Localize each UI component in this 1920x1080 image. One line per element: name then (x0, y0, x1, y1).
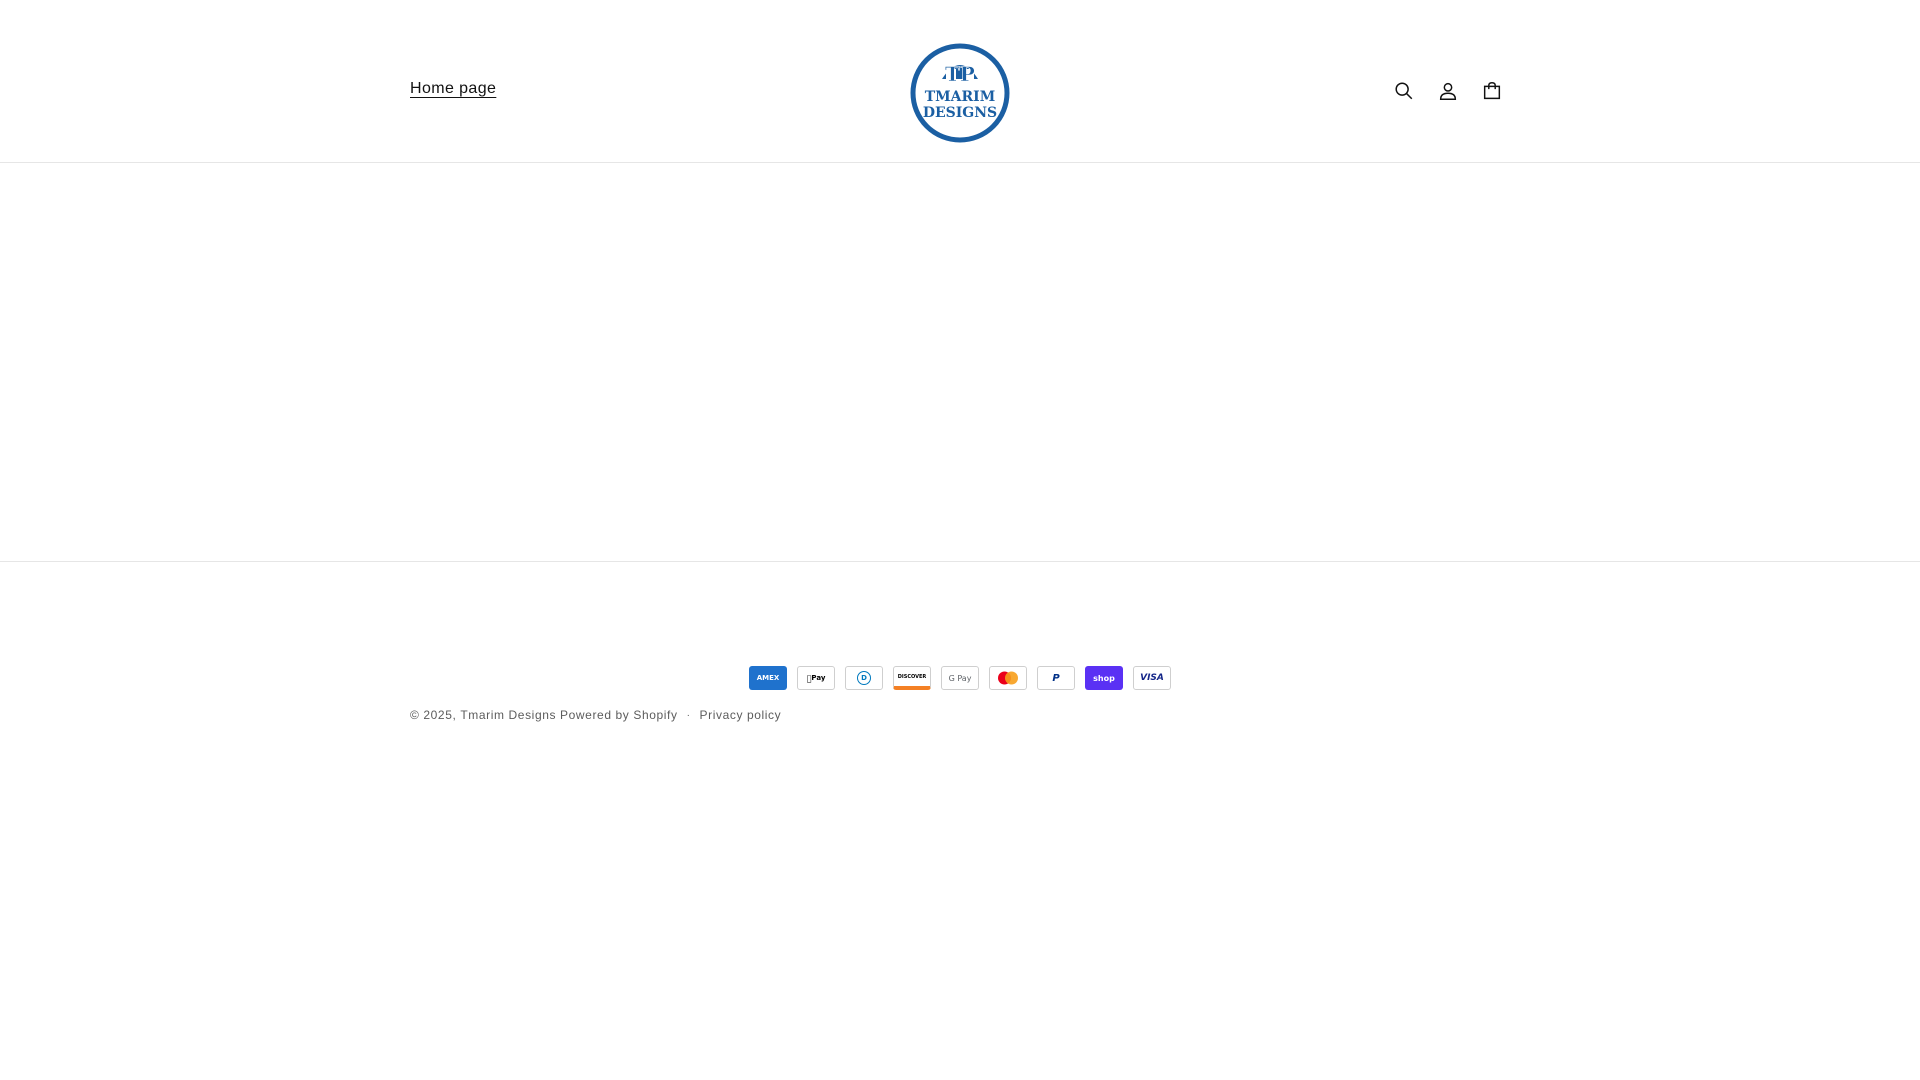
svg-text:TMARIM: TMARIM (925, 89, 995, 105)
powered-by-shopify-link[interactable]: Powered by Shopify (560, 708, 678, 722)
site-footer: AMEX Pay D DISCOVER G Pay P shop VISA (0, 561, 1920, 762)
search-icon (1395, 82, 1413, 100)
tmarim-designs-logo-icon: TP TMARIM DESIGNS (910, 43, 1010, 143)
svg-text:TP: TP (945, 62, 975, 86)
diners-club-icon: D (845, 666, 883, 690)
separator: · (686, 709, 691, 721)
account-icon (1439, 82, 1457, 100)
account-button[interactable] (1433, 76, 1463, 106)
main-content (0, 163, 1920, 561)
cart-button[interactable] (1477, 76, 1507, 106)
google-pay-icon: G Pay (941, 666, 979, 690)
shop-pay-icon: shop (1085, 666, 1123, 690)
store-logo[interactable]: TP TMARIM DESIGNS (908, 41, 1012, 145)
store-name-link[interactable]: Tmarim Designs (460, 708, 556, 722)
amex-icon: AMEX (749, 666, 787, 690)
mastercard-icon (989, 666, 1027, 690)
svg-text:DESIGNS: DESIGNS (923, 105, 997, 121)
cart-icon (1483, 82, 1501, 100)
copyright-prefix: © 2025, (410, 708, 457, 722)
copyright-bar: © 2025, Tmarim Designs Powered by Shopif… (410, 708, 781, 722)
visa-icon: VISA (1133, 666, 1171, 690)
nav-home-link[interactable]: Home page (410, 80, 496, 98)
apple-pay-icon: Pay (797, 666, 835, 690)
discover-icon: DISCOVER (893, 666, 931, 690)
paypal-icon: P (1037, 666, 1075, 690)
payment-methods: AMEX Pay D DISCOVER G Pay P shop VISA (749, 666, 1171, 690)
search-button[interactable] (1389, 76, 1419, 106)
privacy-policy-link[interactable]: Privacy policy (700, 708, 782, 722)
site-header: Home page TP TMARIM DESIGNS (0, 0, 1920, 163)
